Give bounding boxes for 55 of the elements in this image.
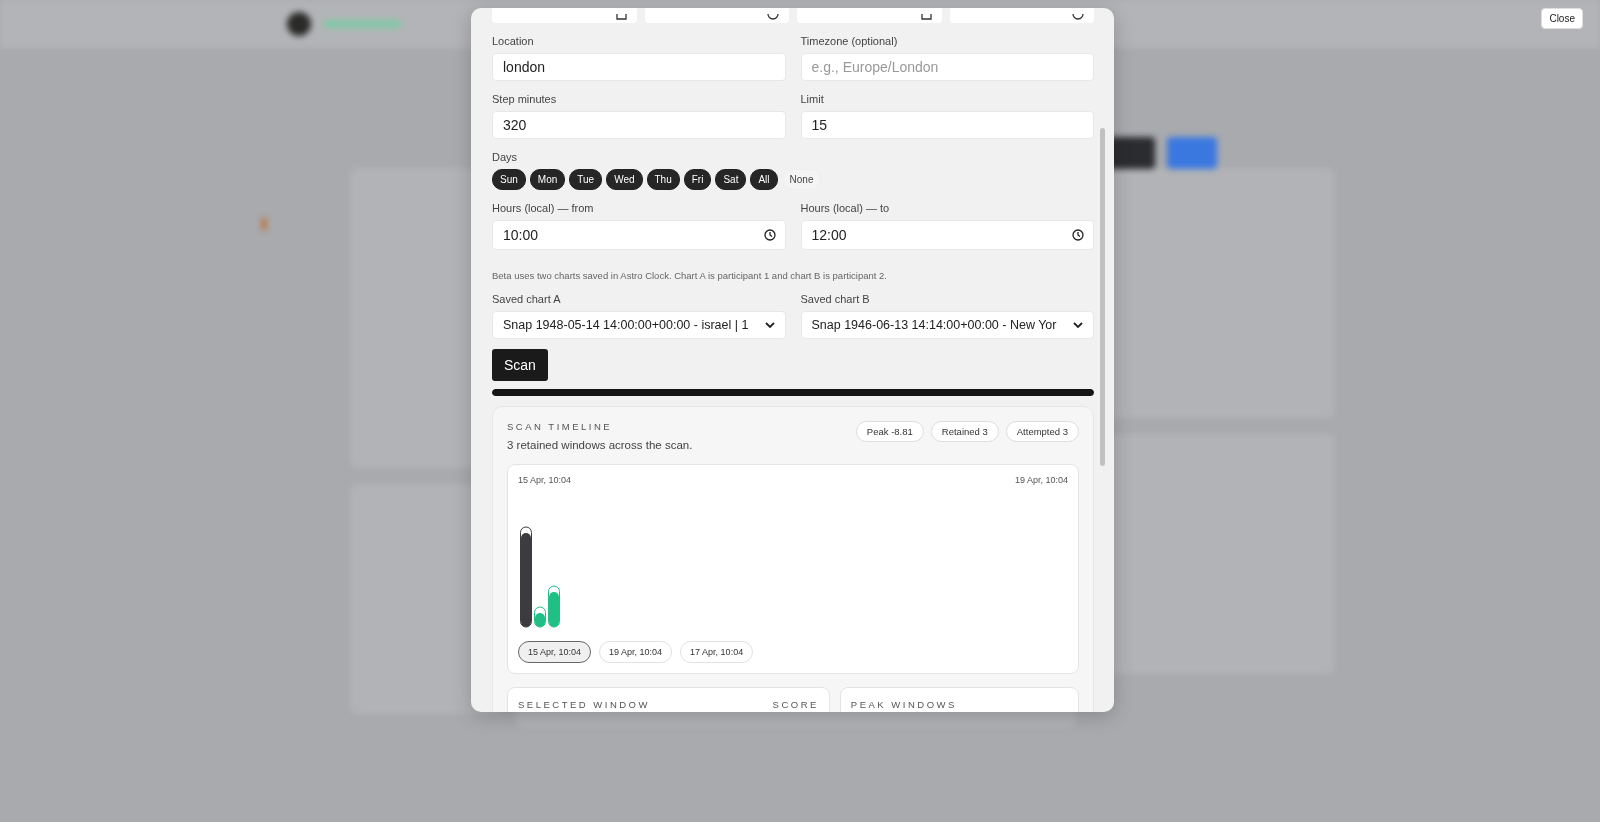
end-time: 19 Apr, 10:04: [1014, 475, 1068, 485]
window-chip[interactable]: 19 Apr, 10:04: [599, 641, 673, 663]
clock-icon: [767, 14, 779, 20]
input-field[interactable]: london: [492, 53, 786, 81]
time-field[interactable]: [949, 8, 1094, 23]
field-label: Saved chart A: [492, 293, 562, 305]
chevron-down-icon: [764, 321, 775, 329]
note-text: Beta uses two charts saved in Astro Clock. Chart A is participant 1 and chart B is participant 2.: [492, 270, 888, 281]
chevron-down-icon: [1073, 321, 1083, 329]
window-chip[interactable]: 17 Apr, 10:04: [680, 641, 754, 663]
field-label: Location: [492, 35, 535, 47]
scan-button[interactable]: Scan: [492, 349, 548, 381]
stat-badge: Peak -8.81: [855, 421, 924, 442]
day-chip[interactable]: Tue: [569, 169, 603, 190]
day-chip[interactable]: Sat: [715, 169, 747, 190]
avatar: [287, 12, 311, 36]
field-label: Days: [492, 151, 519, 163]
time-field[interactable]: 12:00: [800, 220, 1094, 250]
summary-text: 3 retained windows across the scan.: [507, 439, 693, 451]
section-title: SELECTED WINDOW: [518, 699, 650, 710]
calendar-icon: [920, 14, 932, 20]
day-chip[interactable]: Sun: [492, 169, 526, 190]
day-chip[interactable]: Fri: [683, 169, 712, 190]
time-field[interactable]: [644, 8, 789, 23]
input-field[interactable]: 15: [800, 111, 1094, 139]
field-label: Limit: [800, 93, 825, 105]
input-field[interactable]: e.g., Europe/London: [800, 53, 1094, 81]
clock-icon: [1072, 229, 1084, 241]
field-label: Hours (local) — to: [800, 202, 891, 214]
date-field[interactable]: [797, 8, 942, 23]
section-title: PEAK WINDOWS: [850, 699, 957, 710]
day-chip[interactable]: All: [750, 169, 778, 190]
day-chip[interactable]: Wed: [606, 169, 643, 190]
field-label: Step minutes: [492, 93, 558, 105]
start-time: 15 Apr, 10:04: [518, 475, 572, 485]
day-chip[interactable]: Thu: [646, 169, 680, 190]
column-header: SCORE: [772, 699, 819, 710]
input-field[interactable]: 320: [492, 111, 786, 139]
date-field[interactable]: [492, 8, 637, 23]
scrollbar[interactable]: [1100, 128, 1105, 466]
stat-badge: Retained 3: [930, 421, 999, 442]
stat-badge: Attempted 3: [1005, 421, 1079, 442]
field-label: Timezone (optional): [800, 35, 899, 47]
window-chip[interactable]: 15 Apr, 10:04: [518, 641, 592, 663]
select-field[interactable]: Snap 1948-05-14 14:00:00+00:00 - israel | 1: [492, 311, 786, 339]
field-label: Saved chart B: [800, 293, 871, 305]
calendar-icon: [615, 14, 627, 20]
section-title: SCAN TIMELINE: [507, 421, 614, 432]
time-field[interactable]: 10:00: [492, 220, 786, 250]
clock-icon: [1072, 14, 1084, 20]
day-chip[interactable]: Mon: [529, 169, 566, 190]
close-button[interactable]: Close: [1541, 8, 1583, 29]
field-label: Hours (local) — from: [492, 202, 595, 214]
select-field[interactable]: Snap 1946-06-13 14:14:00+00:00 - New Yor: [800, 311, 1094, 339]
clock-icon: [763, 229, 776, 241]
